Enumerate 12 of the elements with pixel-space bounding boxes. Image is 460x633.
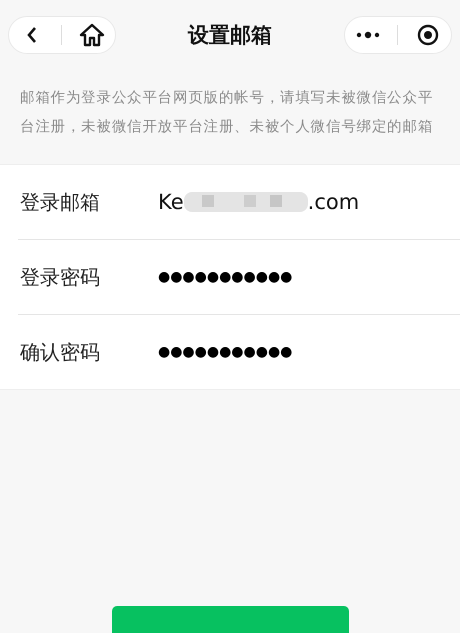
email-input[interactable]: Ke .com [158,190,460,214]
description-text: 邮箱作为登录公众平台网页版的帐号，请填写未被微信公众平台注册，未被微信开放平台注册、未被个人微信号绑定的邮箱 [19,89,434,137]
more-icon [356,31,380,39]
target-icon [416,24,439,46]
password-input[interactable]: ●●●●●●●●●●● [158,344,460,360]
field-label: 确认密码 [19,338,101,366]
field-label: 登录密码 [19,264,101,290]
password-input[interactable]: ●●●●●●●●●●● [158,269,460,285]
field-label: 登录邮箱 [19,188,101,216]
back-icon [26,26,38,44]
home-icon [78,23,105,47]
page-title: 设置邮箱 [188,22,272,49]
